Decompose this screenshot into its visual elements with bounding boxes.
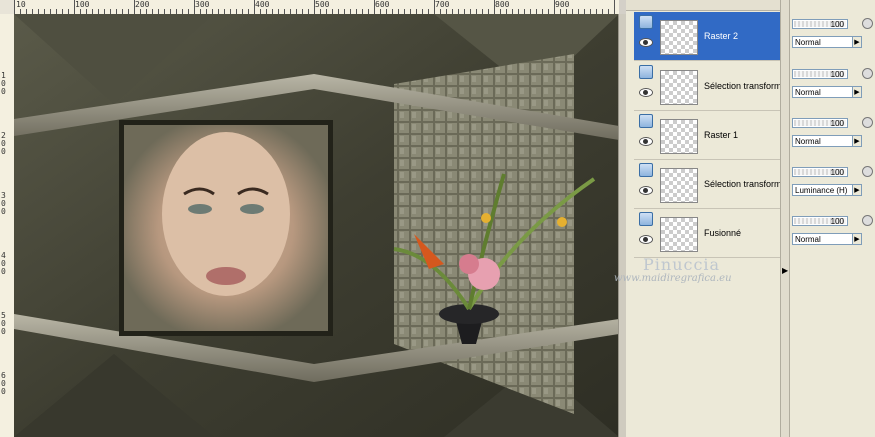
watermark-title: Pinuccia [643,255,721,274]
layer-name: Fusionné [704,228,742,238]
artwork [14,14,619,437]
ruler-label: 600 [375,0,390,9]
ruler-label: 800 [495,0,510,9]
ruler-label: 1 0 0 [1,71,6,96]
horizontal-ruler: 10 100 200 300 400 500 600 700 800 900 [14,0,619,15]
ruler-label: 200 [135,0,150,9]
ruler-tick [74,0,75,14]
ruler-label: 100 [75,0,90,9]
layers-palette: Raster 2 Sélection transform Raster 1 Sé… [626,0,875,437]
dropdown-arrow-icon[interactable]: ▶ [852,36,862,48]
ruler-tick [554,0,555,14]
dropdown-arrow-icon[interactable]: ▶ [852,184,862,196]
opacity-value: 100 [830,217,844,226]
ruler-label: 6 0 0 [1,371,6,396]
layer-thumbnail [660,168,698,203]
layer-thumbnail [660,70,698,105]
opacity-value: 100 [830,168,844,177]
ruler-label: 10 [16,0,26,9]
layer-properties-row: 100 Luminance (H) ▶ [792,160,875,208]
vertical-ruler: 1 0 0 2 0 0 3 0 0 4 0 0 5 0 0 6 0 0 [0,14,15,437]
dropdown-arrow-icon[interactable]: ▶ [852,135,862,147]
ruler-label: 400 [255,0,270,9]
blend-mode-select[interactable]: Luminance (H) [792,184,853,196]
lock-icon[interactable] [862,215,873,226]
ruler-label: 4 0 0 [1,251,6,276]
layer-properties-row: 100 Normal ▶ [792,111,875,159]
ruler-tick [134,0,135,14]
image-canvas[interactable] [14,14,619,437]
layer-properties-row: 100 Normal ▶ [792,12,875,60]
raster-layer-icon [639,212,653,226]
ruler-tick [614,0,615,14]
opacity-field[interactable]: 100 [792,118,848,128]
visibility-eye-icon[interactable] [639,137,653,146]
layer-name: Raster 1 [704,130,739,140]
opacity-value: 100 [830,20,844,29]
ruler-label: 2 0 0 [1,131,6,156]
lock-icon[interactable] [862,68,873,79]
raster-layer-icon [639,15,653,29]
lock-icon[interactable] [862,18,873,29]
ruler-tick [314,0,315,14]
blend-mode-select[interactable]: Normal [792,233,853,245]
ruler-tick [194,0,195,14]
layer-properties-row: 100 Normal ▶ [792,209,875,257]
raster-layer-icon [639,163,653,177]
ruler-label: 3 0 0 [1,191,6,216]
raster-layer-icon [639,114,653,128]
layers-toolbar [626,0,786,11]
ruler-tick [254,0,255,14]
visibility-eye-icon[interactable] [639,235,653,244]
layer-name: Raster 2 [704,31,739,41]
ruler-tick [494,0,495,14]
lock-icon[interactable] [862,166,873,177]
lock-icon[interactable] [862,117,873,128]
ruler-tick [14,0,15,14]
blend-mode-select[interactable]: Normal [792,86,853,98]
raster-layer-icon [639,65,653,79]
opacity-value: 100 [830,119,844,128]
layer-row[interactable]: Raster 1 [634,111,780,160]
layer-row[interactable]: Sélection transform [634,160,780,209]
ruler-label: 300 [195,0,210,9]
layer-row[interactable]: Sélection transform [634,62,780,111]
ruler-label: 700 [435,0,450,9]
opacity-field[interactable]: 100 [792,216,848,226]
visibility-eye-icon[interactable] [639,88,653,97]
dropdown-arrow-icon[interactable]: ▶ [852,86,862,98]
layer-name: Sélection transform [704,179,780,189]
ruler-corner [0,0,15,15]
watermark-url: www.maidiregrafica.eu [614,273,732,284]
ruler-tick [374,0,375,14]
layer-name: Sélection transform [704,81,780,91]
opacity-value: 100 [830,70,844,79]
blend-mode-select[interactable]: Normal [792,135,853,147]
ruler-label: 5 0 0 [1,311,6,336]
ruler-label: 500 [315,0,330,9]
opacity-field[interactable]: 100 [792,69,848,79]
layer-properties-row: 100 Normal ▶ [792,62,875,110]
layer-row[interactable]: Raster 2 [634,12,780,61]
layer-row[interactable]: Fusionné [634,209,780,258]
blend-mode-select[interactable]: Normal [792,36,853,48]
visibility-eye-icon[interactable] [639,38,653,47]
visibility-eye-icon[interactable] [639,186,653,195]
opacity-field[interactable]: 100 [792,19,848,29]
canvas-scrollbar[interactable] [618,14,626,437]
layer-thumbnail [660,119,698,154]
opacity-field[interactable]: 100 [792,167,848,177]
layer-properties: 100 Normal ▶ 100 Normal ▶ 100 Normal ▶ 1… [788,0,875,437]
ruler-label: 900 [555,0,570,9]
ruler-tick [434,0,435,14]
layer-thumbnail [660,20,698,55]
layer-thumbnail [660,217,698,252]
dropdown-arrow-icon[interactable]: ▶ [852,233,862,245]
